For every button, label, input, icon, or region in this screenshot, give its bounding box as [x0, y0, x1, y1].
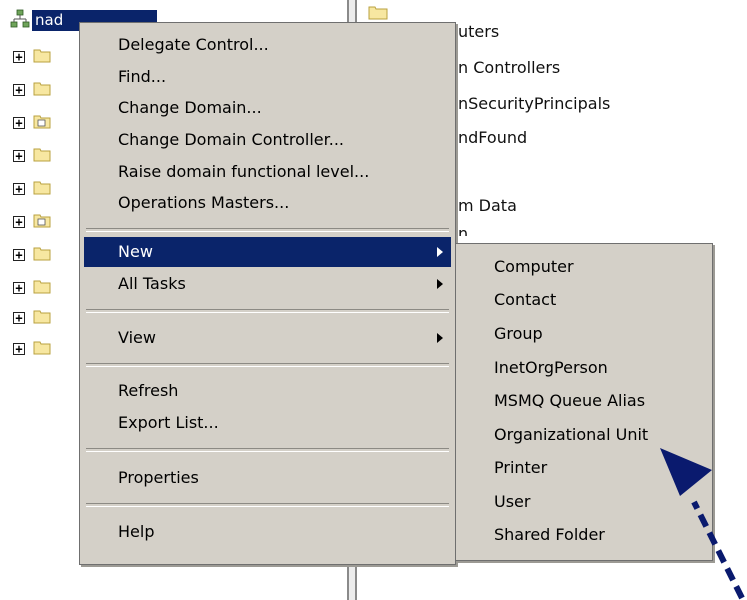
menu-item-change-domain[interactable]: Change Domain...	[84, 93, 451, 123]
context-menu: Delegate Control... Find... Change Domai…	[79, 22, 456, 565]
domain-icon	[10, 9, 30, 28]
ou-folder-icon[interactable]	[33, 212, 51, 228]
menu-item-label: New	[118, 242, 153, 261]
menu-item-all-tasks[interactable]: All Tasks	[84, 269, 451, 299]
expand-icon[interactable]: +	[13, 117, 25, 129]
submenu-item-group[interactable]: Group	[460, 319, 708, 349]
menu-item-export-list[interactable]: Export List...	[84, 408, 451, 438]
menu-item-label: Change Domain...	[118, 98, 262, 117]
list-item[interactable]: ndFound	[458, 128, 527, 147]
submenu-arrow-icon	[437, 247, 443, 257]
menu-item-label: User	[494, 492, 531, 511]
folder-icon[interactable]	[33, 245, 51, 261]
list-item[interactable]: uters	[458, 22, 499, 41]
menu-separator	[86, 363, 449, 367]
expand-icon[interactable]: +	[13, 183, 25, 195]
submenu-item-msmq-queue-alias[interactable]: MSMQ Queue Alias	[460, 386, 708, 416]
list-item[interactable]: nSecurityPrincipals	[458, 94, 610, 113]
annotation-arrow-icon	[660, 448, 745, 600]
list-item[interactable]: n	[458, 224, 468, 236]
menu-item-label: Find...	[118, 67, 167, 86]
submenu-item-computer[interactable]: Computer	[460, 252, 708, 282]
folder-icon[interactable]	[33, 339, 51, 355]
submenu-item-inetorgperson[interactable]: InetOrgPerson	[460, 353, 708, 383]
expand-icon[interactable]: +	[13, 282, 25, 294]
menu-item-find[interactable]: Find...	[84, 62, 451, 92]
menu-item-properties[interactable]: Properties	[84, 463, 451, 493]
folder-icon[interactable]	[33, 146, 51, 162]
menu-separator	[86, 228, 449, 232]
menu-item-label: Delegate Control...	[118, 35, 269, 54]
folder-icon[interactable]	[33, 278, 51, 294]
menu-item-label: All Tasks	[118, 274, 186, 293]
menu-item-change-domain-controller[interactable]: Change Domain Controller...	[84, 125, 451, 155]
menu-separator	[86, 448, 449, 452]
menu-item-label: Computer	[494, 257, 574, 276]
expand-icon[interactable]: +	[13, 84, 25, 96]
menu-item-refresh[interactable]: Refresh	[84, 376, 451, 406]
menu-separator	[86, 503, 449, 507]
menu-item-label: Raise domain functional level...	[118, 162, 370, 181]
list-item[interactable]: m Data	[458, 196, 517, 215]
menu-item-raise-functional-level[interactable]: Raise domain functional level...	[84, 157, 451, 187]
menu-item-label: Properties	[118, 468, 199, 487]
menu-item-label: View	[118, 328, 156, 347]
submenu-arrow-icon	[437, 279, 443, 289]
submenu-arrow-icon	[437, 333, 443, 343]
menu-item-label: Operations Masters...	[118, 193, 290, 212]
submenu-item-contact[interactable]: Contact	[460, 285, 708, 315]
expand-icon[interactable]: +	[13, 150, 25, 162]
expand-icon[interactable]: +	[13, 51, 25, 63]
menu-item-label: Change Domain Controller...	[118, 130, 345, 149]
folder-icon[interactable]	[33, 80, 51, 96]
menu-item-delegate-control[interactable]: Delegate Control...	[84, 30, 451, 60]
menu-item-label: MSMQ Queue Alias	[494, 391, 646, 410]
menu-item-label: InetOrgPerson	[494, 358, 608, 377]
menu-item-label: Refresh	[118, 381, 179, 400]
menu-item-label: Group	[494, 324, 543, 343]
menu-item-operations-masters[interactable]: Operations Masters...	[84, 188, 451, 218]
menu-item-label: Shared Folder	[494, 525, 605, 544]
folder-icon[interactable]	[33, 308, 51, 324]
folder-icon	[368, 6, 388, 20]
menu-item-help[interactable]: Help	[84, 517, 451, 547]
folder-icon[interactable]	[33, 47, 51, 63]
folder-icon[interactable]	[33, 179, 51, 195]
menu-separator	[86, 309, 449, 313]
menu-item-label: Organizational Unit	[494, 425, 649, 444]
menu-item-label: Contact	[494, 290, 557, 309]
menu-item-label: Export List...	[118, 413, 219, 432]
list-item[interactable]: n Controllers	[458, 58, 560, 77]
menu-item-view[interactable]: View	[84, 323, 451, 353]
menu-item-label: Help	[118, 522, 155, 541]
expand-icon[interactable]: +	[13, 249, 25, 261]
menu-item-label: Printer	[494, 458, 548, 477]
ou-folder-icon[interactable]	[33, 113, 51, 129]
expand-icon[interactable]: +	[13, 312, 25, 324]
expand-icon[interactable]: +	[13, 343, 25, 355]
expand-icon[interactable]: +	[13, 216, 25, 228]
menu-item-new[interactable]: New	[84, 237, 451, 267]
